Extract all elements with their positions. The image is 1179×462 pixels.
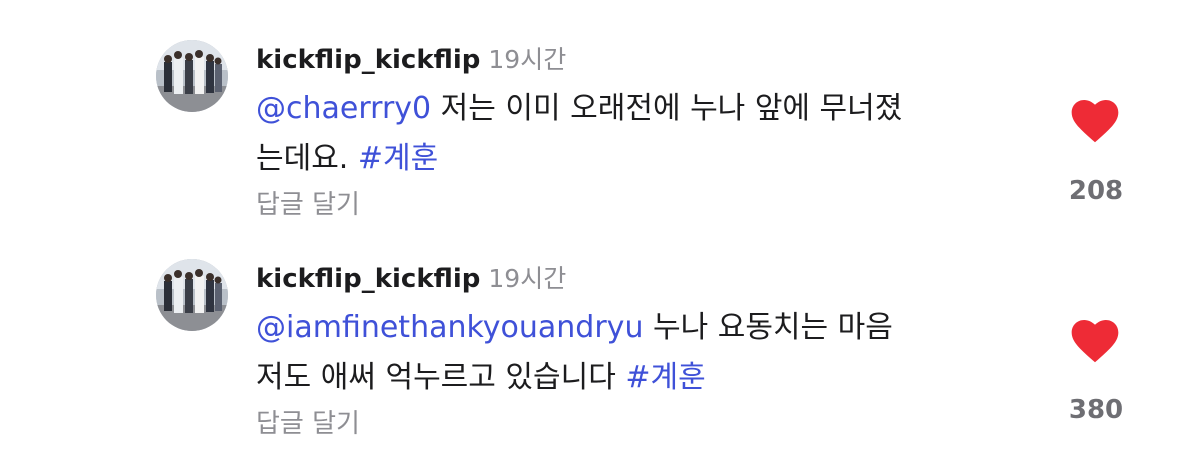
comment-text-line2: 저도 애써 억누르고 있습니다 xyxy=(256,360,626,395)
timestamp: 19시간 xyxy=(488,264,567,293)
username[interactable]: kickflip_kickflip xyxy=(256,45,480,75)
comment-text: @iamfinethankyouandryu 누나 요동치는 마음저도 애써 억… xyxy=(256,303,1016,403)
avatar[interactable] xyxy=(156,40,228,112)
like-button[interactable] xyxy=(1070,98,1120,144)
group-photo-avatar-image xyxy=(156,259,228,331)
timestamp: 19시간 xyxy=(488,45,567,74)
like-button[interactable] xyxy=(1070,318,1120,364)
comment-text-line1: 누나 요동치는 마음 xyxy=(643,310,893,345)
reply-button[interactable]: 답글 달기 xyxy=(256,407,360,441)
comment-text-line2: 는데요. xyxy=(256,141,358,176)
avatar[interactable] xyxy=(156,259,228,331)
group-photo-avatar-image xyxy=(156,40,228,112)
comment-item: kickflip_kickflip 19시간 @chaerrry0 저는 이미 오… xyxy=(0,0,1179,231)
like-count: 208 xyxy=(1068,176,1124,206)
hashtag-link[interactable]: #계훈 xyxy=(358,141,438,176)
like-count: 380 xyxy=(1068,395,1124,425)
username[interactable]: kickflip_kickflip xyxy=(256,264,480,294)
comment-header: kickflip_kickflip 19시간 xyxy=(256,42,566,81)
comment-item: kickflip_kickflip 19시간 @iamfinethankyouan… xyxy=(0,231,1179,462)
heart-filled-icon xyxy=(1071,319,1119,363)
comment-text-line1: 저는 이미 오래전에 누나 앞에 무너졌 xyxy=(431,91,903,126)
reply-button[interactable]: 답글 달기 xyxy=(256,188,360,222)
comment-header: kickflip_kickflip 19시간 xyxy=(256,261,566,300)
comment-text: @chaerrry0 저는 이미 오래전에 누나 앞에 무너졌는데요. #계훈 xyxy=(256,84,1016,184)
mention-link[interactable]: @chaerrry0 xyxy=(256,91,431,126)
mention-link[interactable]: @iamfinethankyouandryu xyxy=(256,310,643,345)
heart-filled-icon xyxy=(1071,99,1119,143)
hashtag-link[interactable]: #계훈 xyxy=(625,360,705,395)
